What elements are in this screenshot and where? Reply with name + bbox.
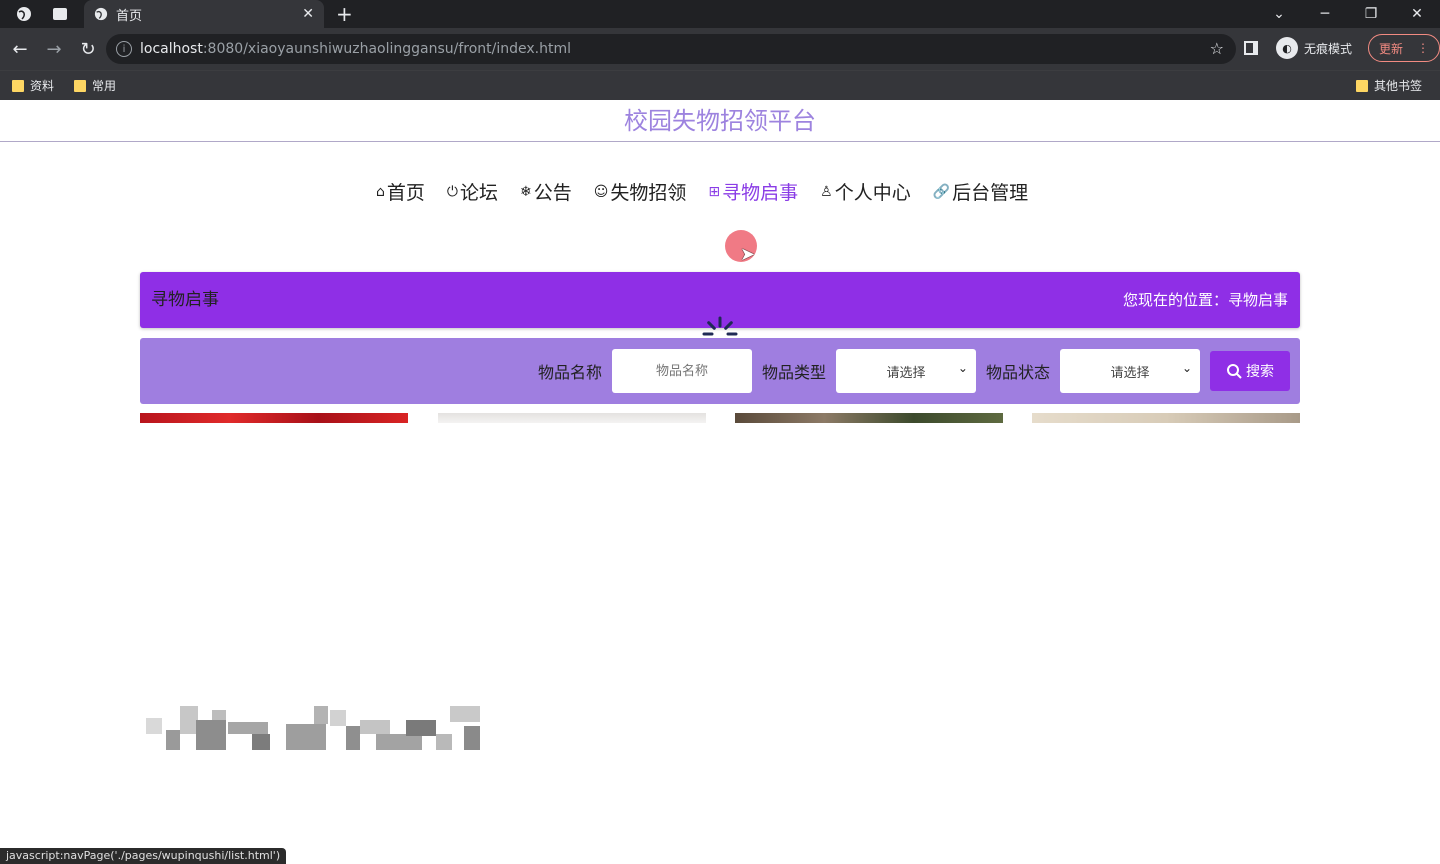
- bookmark-folder-1[interactable]: 资料: [12, 77, 54, 94]
- mouse-pointer-icon: ➤: [740, 244, 756, 265]
- search-button[interactable]: 搜索: [1210, 351, 1290, 391]
- bookmark-folder-2[interactable]: 常用: [74, 77, 116, 94]
- grid-icon: ⊞: [708, 183, 721, 200]
- side-panel-icon[interactable]: [1244, 41, 1258, 55]
- menu-item-home[interactable]: ⌂ 首页: [376, 178, 425, 205]
- restore-icon[interactable]: ❐: [1348, 0, 1394, 28]
- main-menu: ⌂ 首页 ⏻ 论坛 ❄ 公告 ☺ 失物招领 ⊞ 寻物启事 ♙ 个人中心 🔗 后台…: [376, 178, 1028, 205]
- item-name-input[interactable]: [611, 349, 752, 393]
- incognito-label: 无痕模式: [1304, 41, 1353, 56]
- user-icon: ♙: [820, 183, 833, 200]
- item-status-select[interactable]: 请选择 ⌄: [1060, 349, 1200, 393]
- menu-item-profile[interactable]: ♙ 个人中心: [820, 178, 911, 205]
- bookmark-label: 资料: [30, 79, 55, 93]
- site-title: 校园失物招领平台: [0, 100, 1440, 142]
- back-icon[interactable]: ←: [4, 33, 36, 65]
- pixelated-content: [146, 706, 480, 750]
- tab-favicon-icon: [94, 7, 108, 21]
- bookmarks-bar: 资料 常用 其他书签: [0, 70, 1440, 100]
- item-type-label: 物品类型: [761, 363, 826, 382]
- browser-toolbar: ← → ↻ i localhost :8080/xiaoyaunshiwuzha…: [0, 28, 1440, 70]
- menu-label: 论坛: [459, 182, 498, 204]
- folder-icon: [12, 79, 24, 92]
- window-controls: ⌄ ─ ❐ ✕: [1256, 0, 1440, 28]
- menu-label: 首页: [386, 182, 425, 204]
- address-bar[interactable]: i localhost :8080/xiaoyaunshiwuzhaolingg…: [106, 34, 1236, 64]
- link-icon: 🔗: [932, 183, 951, 200]
- url-host: localhost: [140, 41, 203, 57]
- chevron-down-icon: ⌄: [957, 361, 968, 375]
- menu-label: 公告: [533, 182, 572, 204]
- chevron-down-icon: ⌄: [1181, 361, 1192, 375]
- url-path: :8080/xiaoyaunshiwuzhaolinggansu/front/i…: [202, 41, 572, 57]
- update-label: 更新: [1379, 41, 1404, 56]
- reload-icon[interactable]: ↻: [72, 33, 104, 65]
- item-type-value: 请选择: [886, 365, 926, 381]
- tab-title: 首页: [116, 8, 143, 24]
- snowflake-icon: ❄: [520, 183, 532, 200]
- menu-item-forum[interactable]: ⏻ 论坛: [447, 178, 498, 205]
- search-button-label: 搜索: [1246, 364, 1274, 380]
- tab-list-chevron-icon[interactable]: ⌄: [1256, 0, 1302, 28]
- tab-search-icon[interactable]: [48, 2, 72, 26]
- bookmark-star-icon[interactable]: ☆: [1210, 39, 1224, 58]
- update-button[interactable]: 更新 ⋮: [1368, 34, 1440, 62]
- close-window-icon[interactable]: ✕: [1394, 0, 1440, 28]
- item-status-value: 请选择: [1110, 365, 1150, 381]
- incognito-indicator[interactable]: ◐ 无痕模式: [1276, 37, 1352, 59]
- menu-label: 后台管理: [952, 182, 1029, 204]
- menu-item-lost-found[interactable]: ☺ 失物招领: [594, 178, 687, 205]
- tab-close-icon[interactable]: ✕: [302, 6, 314, 22]
- toolbar-right: ◐ 无痕模式 更新 ⋮: [1244, 34, 1440, 62]
- result-image[interactable]: [438, 413, 706, 423]
- item-name-label: 物品名称: [537, 363, 602, 382]
- forward-icon[interactable]: →: [38, 33, 70, 65]
- menu-label: 寻物启事: [722, 182, 799, 204]
- menu-label: 失物招领: [610, 182, 687, 204]
- other-bookmarks-label: 其他书签: [1373, 79, 1422, 93]
- menu-item-notice[interactable]: ❄ 公告: [520, 178, 572, 205]
- section-title: 寻物启事: [151, 290, 219, 310]
- search-icon: [1227, 364, 1242, 379]
- bookmark-label: 常用: [92, 79, 117, 93]
- new-tab-icon[interactable]: +: [336, 2, 353, 26]
- globe-icon[interactable]: [12, 2, 36, 26]
- item-type-select[interactable]: 请选择 ⌄: [835, 349, 976, 393]
- result-image[interactable]: [735, 413, 1003, 423]
- position-label: 您现在的位置：: [1122, 291, 1228, 309]
- result-image[interactable]: [1032, 413, 1300, 423]
- minimize-icon[interactable]: ─: [1302, 0, 1348, 28]
- result-image[interactable]: [140, 413, 408, 423]
- incognito-icon: ◐: [1276, 37, 1298, 59]
- active-tab[interactable]: 首页 ✕: [84, 0, 324, 28]
- folder-icon: [1355, 79, 1368, 92]
- power-icon: ⏻: [446, 183, 458, 200]
- item-status-label: 物品状态: [985, 363, 1050, 382]
- position-value[interactable]: 寻物启事: [1228, 272, 1288, 328]
- current-position: 您现在的位置： 寻物启事: [1123, 272, 1288, 328]
- menu-item-lost-notice[interactable]: ⊞ 寻物启事: [708, 178, 798, 205]
- status-bar: javascript:navPage('./pages/wupinqushi/l…: [0, 848, 287, 864]
- menu-label: 个人中心: [834, 182, 911, 204]
- other-bookmarks[interactable]: 其他书签: [1355, 77, 1422, 94]
- folder-icon: [74, 79, 87, 92]
- result-thumbnails: [140, 413, 1300, 423]
- face-icon: ☺: [593, 183, 609, 200]
- menu-item-admin[interactable]: 🔗 后台管理: [933, 178, 1028, 205]
- menu-dots-icon: ⋮: [1417, 41, 1429, 55]
- home-icon: ⌂: [376, 183, 385, 200]
- search-form: 物品名称 物品类型 请选择 ⌄ 物品状态 请选择 ⌄ 搜索: [140, 338, 1300, 404]
- browser-tab-strip: 首页 ✕ + ⌄ ─ ❐ ✕: [0, 0, 1440, 28]
- site-info-icon[interactable]: i: [116, 41, 132, 57]
